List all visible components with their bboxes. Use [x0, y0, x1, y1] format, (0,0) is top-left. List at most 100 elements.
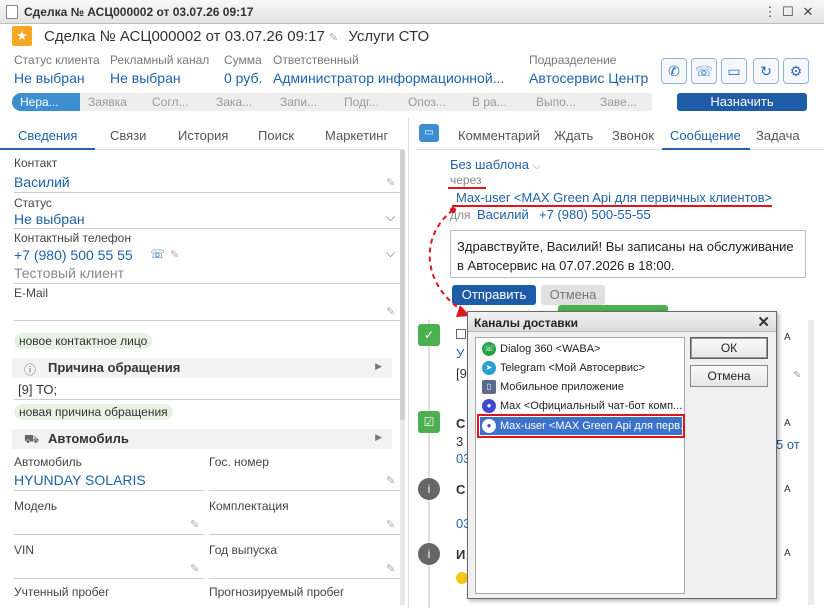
- tab-task[interactable]: Задача: [756, 128, 800, 143]
- email-field[interactable]: [14, 320, 400, 321]
- divider: [14, 490, 204, 491]
- panel-divider: [408, 118, 409, 608]
- channel-list[interactable]: ☏ Dialog 360 <WABA> ➤ Telegram <Мой Авто…: [475, 337, 685, 594]
- expand-arrow-icon[interactable]: ▶: [375, 432, 382, 443]
- list-item[interactable]: ➤ Telegram <Мой Автосервис>: [480, 359, 682, 377]
- edit-pencil-icon[interactable]: ✎: [386, 518, 395, 531]
- plate-field[interactable]: [209, 490, 400, 491]
- model-field[interactable]: [14, 534, 204, 535]
- stage-item[interactable]: В ра...: [464, 93, 528, 111]
- stage-item[interactable]: Заве...: [592, 93, 652, 111]
- edit-pencil-icon[interactable]: ✎: [386, 305, 395, 318]
- sum-label: Сумма: [224, 53, 262, 67]
- equipment-field[interactable]: [209, 534, 400, 535]
- list-item[interactable]: ● Max <Официальный чат-бот комп...: [480, 397, 682, 415]
- edit-pencil-icon[interactable]: ✎: [386, 474, 395, 487]
- phone-value[interactable]: +7 (980) 500 55 55: [14, 247, 133, 263]
- phone-icon[interactable]: ☏: [691, 58, 717, 84]
- dialog-cancel-button[interactable]: Отмена: [690, 365, 768, 387]
- chevron-down-icon[interactable]: ⌵: [386, 210, 395, 225]
- tab-search[interactable]: Поиск: [258, 128, 294, 143]
- chevron-down-icon[interactable]: ⌵: [386, 246, 395, 261]
- tab-links[interactable]: Связи: [110, 128, 146, 143]
- tab-wait[interactable]: Ждать: [554, 128, 593, 143]
- expand-arrow-icon[interactable]: ▶: [375, 361, 382, 372]
- sum-value[interactable]: 0 руб.: [224, 70, 262, 86]
- tab-underline: [0, 148, 95, 150]
- list-item-label: Max <Официальный чат-бот комп...: [500, 400, 682, 412]
- message-textarea[interactable]: Здравствуйте, Василий! Вы записаны на об…: [450, 230, 806, 278]
- message-icon[interactable]: ▭: [721, 58, 747, 84]
- red-arrow-annotation: [428, 207, 470, 317]
- stage-item[interactable]: Опоз...: [400, 93, 464, 111]
- tab-details[interactable]: Сведения: [18, 128, 77, 143]
- right-scrollbar[interactable]: [808, 320, 814, 605]
- edit-pencil-icon[interactable]: ✎: [190, 562, 199, 575]
- timeline-fragment: С: [456, 482, 466, 497]
- stage-item[interactable]: Зака...: [208, 93, 272, 111]
- maximize-icon[interactable]: ☐: [780, 4, 796, 20]
- tab-marketing[interactable]: Маркетинг: [325, 128, 388, 143]
- timeline-fragment: С: [456, 416, 466, 431]
- reason-tag[interactable]: новая причина обращения: [14, 404, 173, 420]
- contact-tag[interactable]: новое контактное лицо: [14, 333, 153, 349]
- close-icon[interactable]: ✕: [757, 313, 770, 331]
- close-icon[interactable]: ✕: [800, 4, 816, 20]
- timeline-fragment: 5 от: [776, 437, 800, 452]
- reason-section-header[interactable]: ⓘ Причина обращения ▶: [12, 358, 392, 378]
- status-value[interactable]: Не выбран: [14, 211, 85, 227]
- gear-icon[interactable]: ⚙: [783, 58, 809, 84]
- stage-item[interactable]: Заявка: [80, 93, 144, 111]
- tab-call[interactable]: Звонок: [612, 128, 654, 143]
- info-icon[interactable]: i: [418, 478, 440, 500]
- contact-value[interactable]: Василий: [14, 174, 70, 190]
- channel-link[interactable]: Max-user <MAX Green Api для первичных кл…: [456, 190, 772, 205]
- info-icon[interactable]: i: [418, 543, 440, 565]
- call-forward-icon[interactable]: ✆: [661, 58, 687, 84]
- tab-message[interactable]: Сообщение: [670, 128, 741, 143]
- contact-label: Контакт: [14, 156, 58, 170]
- stage-item[interactable]: Запи...: [272, 93, 336, 111]
- star-icon[interactable]: ★: [12, 26, 32, 46]
- list-item[interactable]: ▯ Мобильное приложение: [480, 378, 682, 396]
- recipient-phone[interactable]: +7 (980) 500-55-55: [539, 207, 651, 222]
- tab-history[interactable]: История: [178, 128, 228, 143]
- ad-channel-value[interactable]: Не выбран: [110, 70, 181, 86]
- stage-item[interactable]: Подг...: [336, 93, 400, 111]
- left-scrollbar[interactable]: [400, 150, 405, 605]
- pin-icon[interactable]: ✎: [793, 370, 801, 381]
- edit-pencil-icon[interactable]: ✎: [170, 248, 179, 261]
- divider: [14, 283, 400, 284]
- cancel-button[interactable]: Отмена: [541, 285, 605, 305]
- stage-item[interactable]: Нера...: [12, 93, 80, 111]
- edit-pencil-icon[interactable]: ✎: [190, 518, 199, 531]
- stage-item[interactable]: Выпо...: [528, 93, 592, 111]
- list-item-selected[interactable]: ● Max-user <MAX Green Api для перв...: [477, 414, 685, 438]
- edit-pencil-icon[interactable]: ✎: [386, 562, 395, 575]
- responsible-value[interactable]: Администратор информационной...: [273, 70, 504, 86]
- year-field[interactable]: [209, 578, 400, 579]
- scrollbar-thumb[interactable]: [400, 150, 405, 420]
- phone-label: Контактный телефон: [14, 231, 131, 245]
- template-selector[interactable]: Без шаблона ⌵: [450, 157, 541, 173]
- phone-icon[interactable]: ☏: [150, 247, 165, 261]
- menu-icon[interactable]: ⋮: [762, 4, 778, 20]
- task-icon[interactable]: ☑: [418, 411, 440, 433]
- tab-comment[interactable]: Комментарий: [458, 128, 540, 143]
- list-item[interactable]: ☏ Dialog 360 <WABA>: [480, 340, 682, 358]
- done-icon[interactable]: ✓: [418, 324, 440, 346]
- edit-pencil-icon[interactable]: ✎: [386, 176, 395, 189]
- edit-pencil-icon[interactable]: ✎: [329, 32, 338, 44]
- checkbox[interactable]: [456, 329, 466, 339]
- refresh-icon[interactable]: ↻: [753, 58, 779, 84]
- responsible-label: Ответственный: [273, 53, 359, 67]
- year-label: Год выпуска: [209, 543, 277, 557]
- ok-button[interactable]: ОК: [690, 337, 768, 359]
- assign-button[interactable]: Назначить: [677, 93, 807, 111]
- vin-field[interactable]: [14, 578, 204, 579]
- stage-item[interactable]: Согл...: [144, 93, 208, 111]
- car-section-header[interactable]: ⛟ Автомобиль ▶: [12, 429, 392, 449]
- car-value[interactable]: HYUNDAY SOLARIS: [14, 472, 146, 488]
- client-status-value[interactable]: Не выбран: [14, 70, 85, 86]
- division-value[interactable]: Автосервис Центр: [529, 70, 648, 86]
